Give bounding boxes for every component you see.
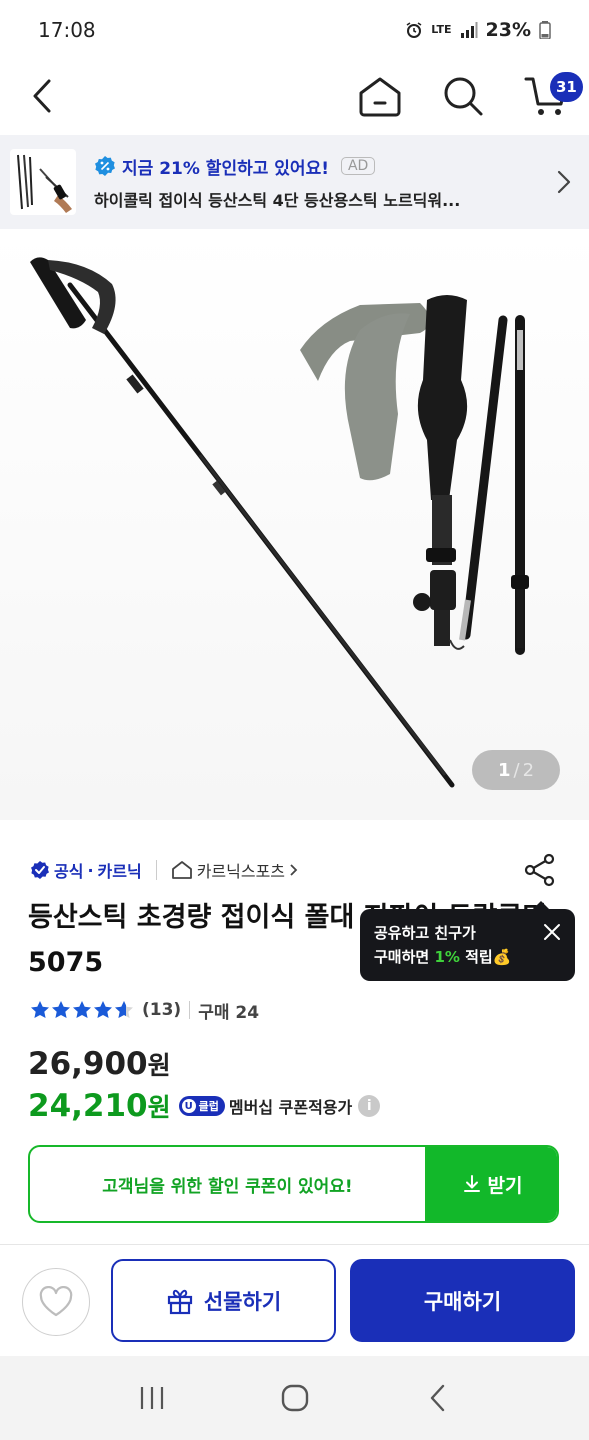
search-button[interactable] [437,70,489,122]
gift-icon [167,1289,192,1314]
tooltip-line2-prefix: 구매하면 [374,948,435,966]
back-button[interactable] [16,70,68,122]
uclub-logo-icon: U [181,1099,196,1113]
wishlist-button[interactable] [22,1268,90,1336]
uclub-badge: U 클럽 [178,1096,225,1116]
home-button[interactable] [354,70,406,122]
ad-product-name: 하이콜릭 접이식 등산스틱 4단 등산용스틱 노르딕워... [94,190,461,210]
battery-percent: 23% [485,19,531,41]
image-current: 1 [497,759,511,781]
back-arrow-icon [430,1384,444,1412]
member-price-value: 24,210 [28,1088,148,1124]
coupon-button-label: 받기 [487,1174,523,1197]
gift-button[interactable]: 선물하기 [111,1259,336,1342]
star-icon [73,1001,91,1018]
tooltip-reward-percent: 1% [434,948,460,966]
gift-button-label: 선물하기 [203,1289,282,1314]
store-home-icon [171,861,192,879]
signal-icon [460,22,478,38]
recent-apps-button[interactable] [122,1373,182,1423]
member-price: 24,210원 [28,1088,171,1124]
coupon-box[interactable]: 고객님을 위한 할인 쿠폰이 있어요! 받기 [28,1145,559,1223]
star-half-icon [115,1001,133,1018]
ad-chevron [549,170,579,194]
share-tooltip: 공유하고 친구가 구매하면 1% 적립💰 [360,901,575,981]
brand-name: 카르닉 [97,862,142,881]
discount-badge-icon [95,156,115,176]
brand-divider [155,860,157,880]
heart-icon [39,1286,73,1317]
network-type: LTE [431,23,452,36]
status-time: 17:08 [38,18,96,42]
star-icon [52,1001,70,1018]
chevron-right-icon [557,170,571,194]
rating-divider [189,1001,191,1019]
tooltip-close-button[interactable] [541,921,563,943]
star-rating [30,1000,134,1020]
brand-row: 공식 · 카르닉 카르닉스포츠 [30,850,560,890]
original-price-unit: 원 [147,1051,171,1080]
chevron-left-icon [33,79,51,113]
home-icon [359,77,401,117]
star-icon [31,1001,49,1018]
verified-check-icon [31,861,49,879]
share-button[interactable] [520,850,560,890]
member-price-row: 24,210원 U 클럽 멤버십 쿠폰적용가 i [28,1088,381,1124]
buy-button[interactable]: 구매하기 [350,1259,575,1342]
purchase-count: 구매 24 [198,1002,260,1023]
info-icon[interactable]: i [358,1095,381,1117]
ad-banner[interactable]: 지금 21% 할인하고 있어요! AD 하이콜릭 접이식 등산스틱 4단 등산용… [0,135,589,229]
cart-count-badge: 31 [550,72,583,102]
battery-icon [539,21,551,39]
rating-row[interactable]: (13) 구매 24 [30,995,259,1025]
coupon-download-button[interactable]: 받기 [427,1147,557,1221]
chevron-right-small-icon [290,864,298,876]
uclub-badge-label: 클럽 [198,1100,219,1113]
product-photo [30,257,529,788]
recent-apps-icon [140,1387,163,1409]
image-total: 2 [522,759,535,781]
home-circle-icon [281,1384,308,1412]
close-icon [544,924,560,940]
share-icon [524,853,555,887]
store-link[interactable]: 카르닉스포츠 [171,858,299,882]
system-back-button[interactable] [408,1373,468,1423]
system-nav-bar [0,1356,589,1440]
ad-text: 지금 21% 할인하고 있어요! AD 하이콜릭 접이식 등산스틱 4단 등산용… [94,154,539,211]
alarm-icon [406,22,422,38]
system-home-button[interactable] [265,1373,325,1423]
product-image-carousel[interactable]: 1 / 2 [0,230,589,820]
ad-headline: 지금 21% 할인하고 있어요! [122,158,329,179]
tooltip-line1: 공유하고 친구가 [374,924,476,942]
original-price-value: 26,900 [28,1046,148,1082]
image-separator: / [513,759,520,781]
ad-thumbnail [10,149,76,215]
status-bar: 17:08 LTE 23% [0,0,589,60]
official-label: 공식 [54,862,84,881]
search-icon [444,77,483,116]
official-dot: · [87,860,94,880]
store-name: 카르닉스포츠 [196,862,286,881]
coupon-message: 고객님을 위한 할인 쿠폰이 있어요! [30,1147,427,1221]
download-icon [463,1175,480,1192]
member-price-label: 멤버십 쿠폰적용가 [228,1098,353,1117]
review-count: (13) [142,1000,182,1020]
tooltip-line2: 구매하면 1% 적립💰 [374,945,561,969]
ad-headline-row: 지금 21% 할인하고 있어요! AD [94,154,539,179]
original-price: 26,900원 [28,1046,171,1082]
status-icons: LTE 23% [405,19,551,41]
top-nav: 31 [0,60,589,132]
ad-tag: AD [340,157,376,175]
image-counter: 1 / 2 [472,750,560,790]
official-brand-link[interactable]: 공식 · 카르닉 [30,858,142,882]
cart-button[interactable]: 31 [520,70,583,122]
tooltip-line2-suffix: 적립💰 [459,948,512,966]
member-price-unit: 원 [147,1093,171,1122]
star-icon [94,1001,112,1018]
divider [0,1244,589,1245]
